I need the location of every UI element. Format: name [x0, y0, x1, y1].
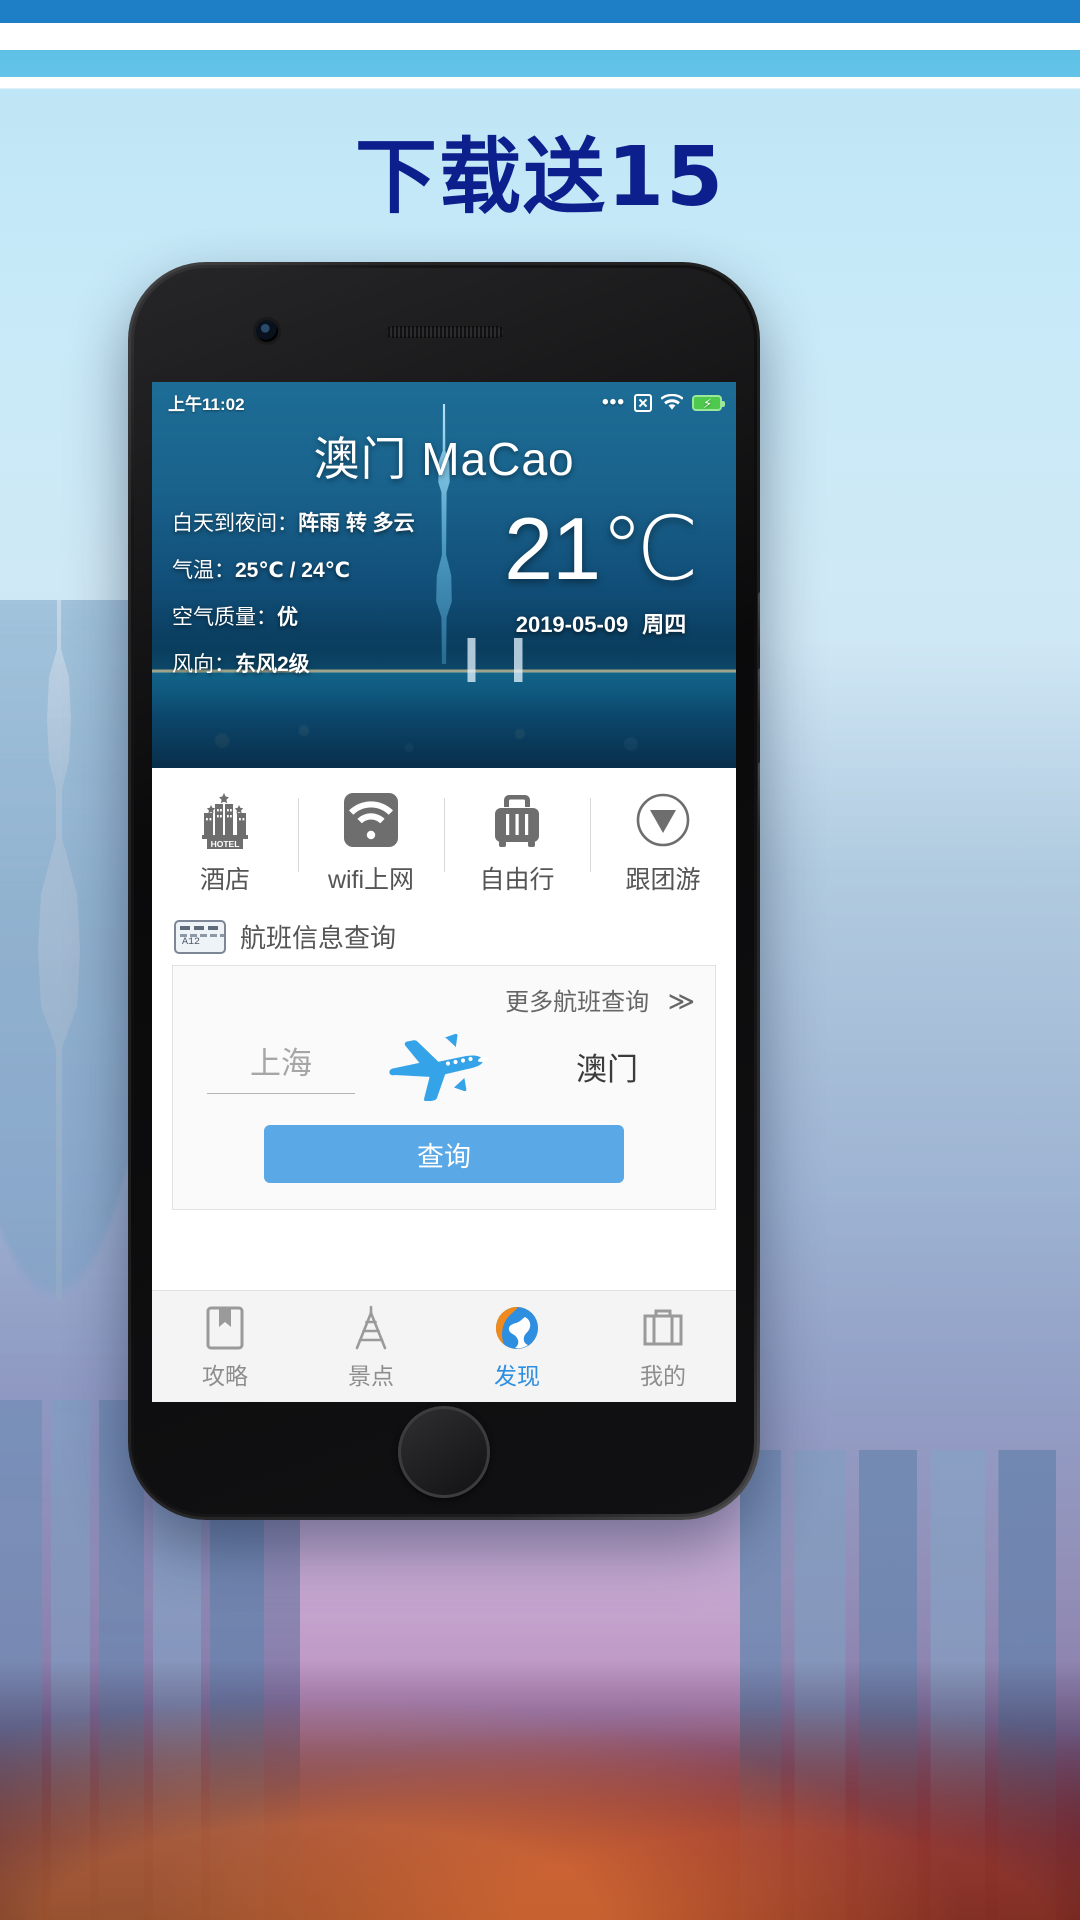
status-bar: 上午11:02 ••• ⚡	[152, 382, 736, 415]
flight-route-row: 上海 澳门	[173, 1025, 715, 1115]
volume-down-button[interactable]	[758, 668, 760, 724]
front-camera-icon	[256, 320, 278, 342]
weather-date: 2019-05-09 周四	[472, 607, 730, 639]
weather-line-daynight: 白天到夜间：阵雨 转 多云	[172, 507, 472, 537]
flight-query-button[interactable]: 查询	[264, 1125, 624, 1183]
svg-text:HOTEL: HOTEL	[211, 839, 240, 849]
quick-action-row: HOTEL 酒店 wifi上网 自由行 跟团游	[152, 768, 736, 912]
weather-weekday-value: 周四	[642, 611, 687, 637]
bottom-tab-bar: 攻略 景点 发现 我的	[152, 1290, 736, 1402]
tab-discover-label: 发现	[494, 1363, 540, 1389]
weather-line-daynight-label: 白天到夜间：	[172, 512, 298, 535]
weather-line-air: 空气质量：优	[172, 601, 472, 631]
status-bar-icons: ••• ⚡	[602, 391, 725, 413]
quick-action-freetravel[interactable]: 自由行	[444, 790, 590, 896]
phone-screen: 上午11:02 ••• ⚡ 澳门 MaCao 白天到夜间：阵雨 转 多云 气温：…	[152, 382, 736, 1402]
suitcase-icon	[444, 790, 590, 850]
weather-hero: 上午11:02 ••• ⚡ 澳门 MaCao 白天到夜间：阵雨 转 多云 气温：…	[152, 382, 736, 768]
battery-charging-icon: ⚡	[692, 394, 725, 411]
quick-action-grouptour[interactable]: 跟团游	[590, 790, 736, 896]
earpiece-speaker	[386, 326, 504, 338]
weather-line-air-label: 空气质量：	[172, 606, 277, 629]
more-dots-icon: •••	[602, 391, 625, 413]
weather-date-value: 2019-05-09	[515, 611, 629, 637]
weather-line-temp: 气温：25℃ / 24℃	[172, 554, 472, 584]
quick-action-hotel-label: 酒店	[199, 866, 250, 894]
tab-discover[interactable]: 发现	[444, 1291, 590, 1402]
tab-mine[interactable]: 我的	[590, 1291, 736, 1402]
weather-temperature-block: 21℃ 2019-05-09 周四	[472, 499, 736, 695]
airplane-icon	[369, 1031, 519, 1101]
quick-action-freetravel-label: 自由行	[479, 866, 555, 894]
no-signal-icon	[634, 393, 652, 412]
quick-action-wifi-label: wifi上网	[327, 866, 415, 894]
quick-action-grouptour-label: 跟团游	[625, 866, 701, 894]
tab-guides-label: 攻略	[202, 1363, 248, 1389]
weather-line-air-value: 优	[277, 606, 298, 629]
flight-board-icon: A12	[174, 919, 226, 954]
flight-section-header: A12 航班信息查询	[152, 912, 736, 965]
city-title: 澳门 MaCao	[313, 433, 575, 485]
weather-line-wind-value: 东风2级	[235, 653, 310, 676]
compass-icon	[590, 790, 736, 850]
wifi-icon	[661, 394, 683, 410]
flight-board-code: A12	[182, 936, 201, 948]
flight-board-row-1	[180, 925, 220, 930]
quick-action-hotel[interactable]: HOTEL 酒店	[152, 790, 298, 896]
volume-up-button[interactable]	[758, 592, 760, 648]
more-flights-label: 更多航班查询	[505, 989, 650, 1016]
weather-line-wind: 风向：东风2级	[172, 648, 472, 678]
hotel-icon: HOTEL	[152, 790, 298, 850]
tab-mine-label: 我的	[640, 1363, 686, 1389]
weather-line-daynight-value: 阵雨 转 多云	[298, 512, 415, 535]
tower-icon	[298, 1301, 444, 1355]
arrival-city-field[interactable]: 澳门	[519, 1044, 695, 1089]
weather-line-wind-label: 风向：	[172, 653, 235, 676]
tab-guides[interactable]: 攻略	[152, 1291, 298, 1402]
discover-globe-icon	[444, 1301, 590, 1355]
status-bar-time: 上午11:02	[168, 395, 245, 414]
departure-city-value: 上海	[207, 1038, 355, 1094]
flight-section-title: 航班信息查询	[240, 923, 397, 953]
tab-attractions-label: 景点	[348, 1363, 394, 1389]
guide-book-icon	[152, 1301, 298, 1355]
chevron-right-icon: ≫	[667, 986, 695, 1016]
weather-detail-list: 白天到夜间：阵雨 转 多云 气温：25℃ / 24℃ 空气质量：优 风向：东风2…	[172, 507, 472, 695]
weather-details: 白天到夜间：阵雨 转 多云 气温：25℃ / 24℃ 空气质量：优 风向：东风2…	[152, 489, 736, 695]
flight-search-card: 更多航班查询 ≫ 上海 澳门 查询	[172, 965, 716, 1210]
current-temperature: 21℃	[504, 499, 699, 598]
page-headline: 下载送15	[354, 130, 726, 225]
tab-attractions[interactable]: 景点	[298, 1291, 444, 1402]
weather-line-temp-label: 气温：	[172, 559, 235, 582]
arrival-city-value: 澳门	[576, 1051, 638, 1087]
more-flights-link[interactable]: 更多航班查询 ≫	[173, 966, 715, 1025]
departure-city-field[interactable]: 上海	[193, 1038, 369, 1094]
briefcase-icon	[590, 1301, 736, 1355]
power-button[interactable]	[758, 762, 760, 836]
phone-mockup: 上午11:02 ••• ⚡ 澳门 MaCao 白天到夜间：阵雨 转 多云 气温：…	[128, 262, 760, 1520]
weather-line-temp-value: 25℃ / 24℃	[235, 559, 351, 582]
bottom-glow-decoration	[0, 1660, 1080, 1920]
quick-action-wifi[interactable]: wifi上网	[298, 790, 444, 896]
home-button[interactable]	[398, 1406, 490, 1498]
wifi-square-icon	[298, 790, 444, 850]
